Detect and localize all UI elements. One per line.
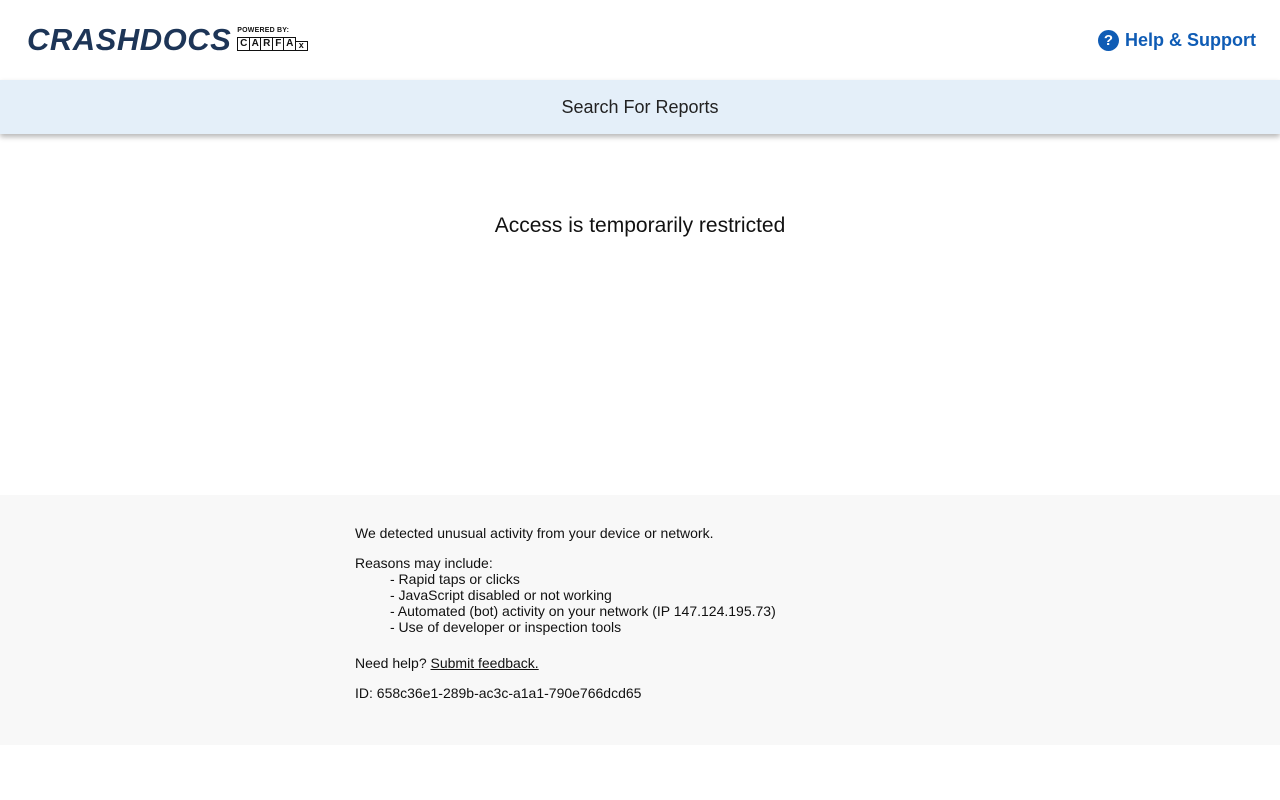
powered-by-label: POWERED BY:: [237, 27, 290, 34]
subnav-bar: Search For Reports: [0, 80, 1280, 134]
powered-by-carfax: POWERED BY: C A R F A x: [237, 27, 321, 53]
need-help-label: Need help?: [355, 655, 431, 671]
page-title: Access is temporarily restricted: [494, 214, 786, 237]
list-item: - Automated (bot) activity on your netwo…: [390, 603, 776, 619]
help-support-link[interactable]: ? Help & Support: [1098, 28, 1256, 52]
list-item: - Use of developer or inspection tools: [390, 619, 622, 635]
restriction-details: We detected unusual activity from your d…: [355, 525, 1055, 701]
need-help-line: Need help? Submit feedback.: [355, 655, 1055, 671]
reasons-heading: Reasons may include:: [355, 555, 493, 571]
detected-message: We detected unusual activity from your d…: [355, 525, 714, 541]
restriction-details-panel: We detected unusual activity from your d…: [0, 495, 1280, 745]
list-item: - JavaScript disabled or not working: [390, 587, 612, 603]
submit-feedback-link[interactable]: Submit feedback.: [431, 655, 539, 671]
carfax-logo: C A R F A x: [237, 37, 308, 51]
site-header: CRASHDOCS POWERED BY: C A R F A x ? Help…: [0, 0, 1280, 80]
list-item: - Rapid taps or clicks: [390, 571, 520, 587]
help-support-label: Help & Support: [1125, 29, 1256, 50]
request-id: ID: 658c36e1-289b-ac3c-a1a1-790e766dcd65: [355, 685, 642, 701]
reasons-list: - Rapid taps or clicks - JavaScript disa…: [355, 571, 1055, 635]
logo-wordmark: CRASHDOCS: [27, 22, 232, 57]
crashdocs-logo[interactable]: CRASHDOCS POWERED BY: C A R F A x: [27, 22, 321, 58]
question-circle-icon: ?: [1098, 29, 1119, 51]
search-for-reports-link[interactable]: Search For Reports: [561, 97, 718, 118]
carfax-x: x: [294, 41, 308, 51]
